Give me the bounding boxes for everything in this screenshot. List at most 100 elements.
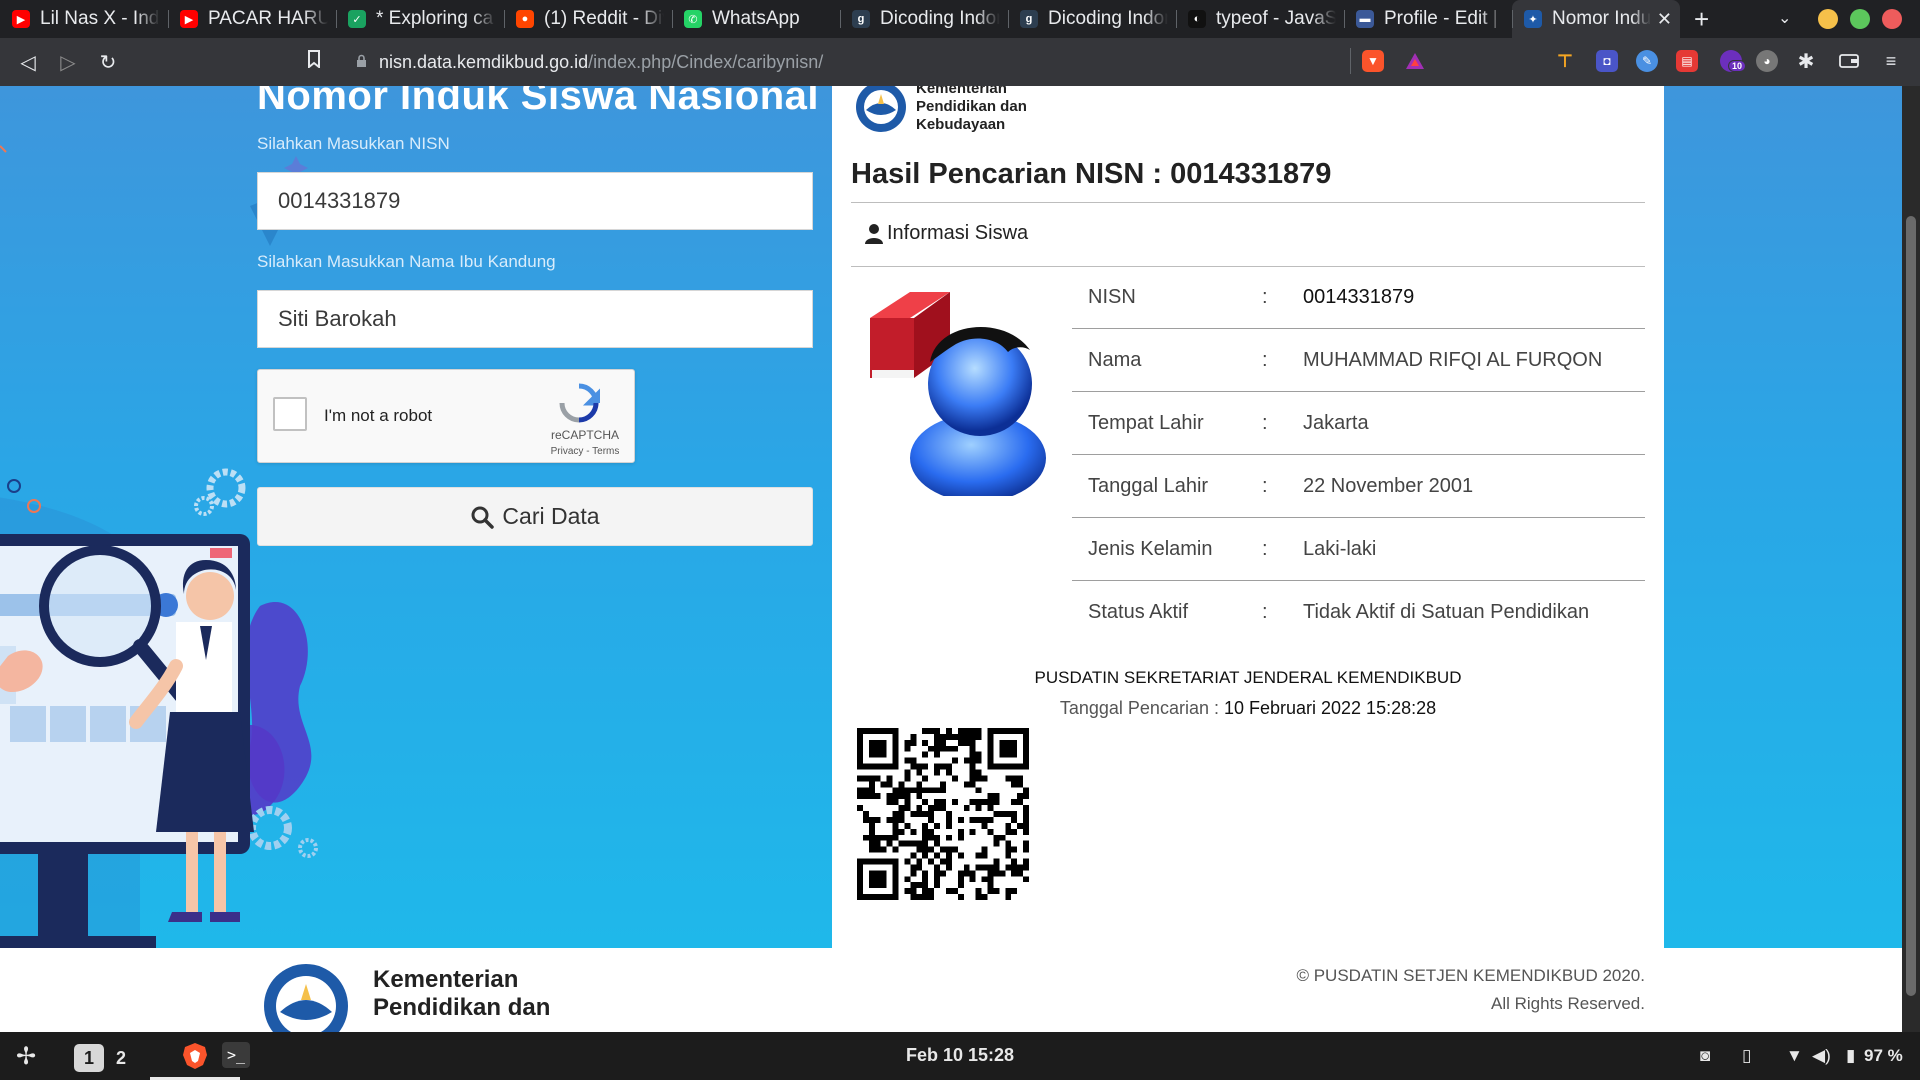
info-row-value: MUHAMMAD RIFQI AL FURQON: [1303, 349, 1603, 371]
close-window-button[interactable]: [1882, 9, 1902, 29]
info-row-value: 0014331879: [1303, 286, 1415, 308]
info-row-value: Jakarta: [1303, 412, 1369, 434]
copyright-line-2: All Rights Reserved.: [1490, 994, 1645, 1013]
browser-tab[interactable]: ● (1) Reddit - Div: [504, 0, 672, 38]
info-row-separator: :: [1262, 349, 1268, 371]
browser-tab[interactable]: ◐ typeof - JavaS: [1176, 0, 1344, 38]
url-host: nisn.data.kemdikbud.go.id: [379, 51, 589, 72]
hero-section: Nomor Induk Siswa Nasional Silahkan Masu…: [0, 86, 1902, 948]
taskbar-clock[interactable]: Feb 10 15:28: [0, 1045, 1920, 1066]
recaptcha-brand: reCAPTCHA: [550, 428, 619, 442]
logo-line-2: Pendidikan dan: [916, 98, 1027, 115]
result-card: Kementerian Pendidikan dan Kebudayaan Ha…: [832, 86, 1664, 948]
page-footer: Kementerian Pendidikan dan © PUSDATIN SE…: [0, 948, 1902, 1032]
extensions-icon[interactable]: ✱: [1795, 50, 1817, 73]
tab-search-icon[interactable]: ⌄: [1778, 8, 1791, 28]
page-scrollbar[interactable]: [1902, 86, 1920, 1032]
nisn-input[interactable]: 0014331879: [257, 172, 813, 230]
footer-copyright: © PUSDATIN SETJEN KEMENDIKBUD 2020. All …: [1296, 962, 1645, 1018]
ibu-input[interactable]: Siti Barokah: [257, 290, 813, 348]
info-row: Jenis Kelamin: Laki-laki: [1072, 518, 1645, 581]
info-row-key: Tempat Lahir: [1088, 412, 1204, 434]
reload-icon[interactable]: ↻: [96, 50, 120, 75]
new-tab-button[interactable]: +: [1694, 4, 1709, 35]
brave-shield-icon[interactable]: ▼: [1362, 50, 1384, 72]
tab-strip: ▶ Lil Nas X - Industry Baby ▶ PACAR HARUS ✓ *…: [0, 0, 1920, 38]
volume-icon[interactable]: ◀): [1812, 1046, 1831, 1066]
hammer-extension-icon[interactable]: ⊤: [1554, 50, 1576, 72]
tab-title: Profile - Edit | M: [1384, 8, 1504, 29]
address-bar[interactable]: nisn.data.kemdikbud.go.id/index.php/Cind…: [356, 44, 1426, 80]
info-row-separator: :: [1262, 538, 1268, 560]
browser-tab[interactable]: ▶ Lil Nas X - Industry Baby: [0, 0, 168, 38]
recaptcha-checkbox[interactable]: [273, 397, 307, 431]
recaptcha-label: I'm not a robot: [324, 406, 433, 425]
bookmark-icon[interactable]: [302, 50, 326, 74]
compass-extension-icon[interactable]: ✎: [1636, 50, 1658, 72]
battery-icon[interactable]: ▮: [1846, 1046, 1855, 1066]
tab-title: Lil Nas X - Industry Baby: [40, 8, 160, 29]
browser-tab[interactable]: ✦ Nomor Induk ✕: [1512, 0, 1680, 38]
extension-badge: 10: [1728, 60, 1747, 72]
scrollbar-thumb[interactable]: [1906, 216, 1916, 996]
ibu-label: Silahkan Masukkan Nama Ibu Kandung: [257, 252, 556, 271]
search-button-label: Cari Data: [502, 503, 600, 529]
toolbar-divider: [1350, 48, 1351, 74]
tab-favicon-icon: ▬: [1356, 10, 1374, 28]
tab-favicon-icon: g: [852, 10, 870, 28]
search-button[interactable]: Cari Data: [257, 487, 813, 546]
browser-tab[interactable]: ▬ Profile - Edit | M: [1344, 0, 1512, 38]
info-row-separator: :: [1262, 475, 1268, 497]
minimize-button[interactable]: [1818, 9, 1838, 29]
url-path: /index.php/Cindex/caribynisn/: [588, 51, 824, 72]
tut-wuri-handayani-icon: [856, 86, 906, 132]
tab-favicon-icon: ◐: [1188, 10, 1206, 28]
privacy-extension-icon[interactable]: ◘: [1596, 50, 1618, 72]
browser-tab[interactable]: g Dicoding Indon: [1008, 0, 1176, 38]
tab-title: PACAR HARUS: [208, 8, 328, 29]
menu-icon[interactable]: ≡: [1880, 50, 1902, 72]
info-row: Tanggal Lahir: 22 November 2001: [1072, 455, 1645, 518]
tab-favicon-icon: ▶: [180, 10, 198, 28]
search-date-value: 10 Februari 2022 15:28:28: [1223, 698, 1437, 718]
close-tab-icon[interactable]: ✕: [1657, 9, 1672, 30]
brave-rewards-icon[interactable]: [1404, 50, 1426, 72]
tab-list: ▶ Lil Nas X - Industry Baby ▶ PACAR HARUS ✓ *…: [0, 0, 1680, 38]
issuer-text: PUSDATIN SEKRETARIAT JENDERAL KEMENDIKBU…: [1034, 668, 1462, 687]
wallet-icon[interactable]: [1838, 50, 1860, 72]
tab-favicon-icon: ✆: [684, 10, 702, 28]
wifi-icon[interactable]: ▼: [1786, 1046, 1803, 1066]
back-icon[interactable]: ◁: [16, 50, 40, 75]
info-row-value: 22 November 2001: [1303, 475, 1474, 497]
footer-name-line-1: Kementerian: [373, 966, 519, 993]
recaptcha-widget: I'm not a robot reCAPTCHA Privacy - Term…: [257, 369, 635, 463]
result-title: Hasil Pencarian NISN : 0014331879: [851, 158, 1332, 190]
battery-percent: 97 %: [1864, 1046, 1903, 1065]
footer-logo-icon: [264, 964, 348, 1032]
pdf-extension-icon[interactable]: ▤: [1676, 50, 1698, 72]
tab-favicon-icon: ✦: [1524, 10, 1542, 28]
clipboard-icon[interactable]: ▯: [1742, 1046, 1751, 1066]
browser-tab[interactable]: g Dicoding Indon: [840, 0, 1008, 38]
maximize-button[interactable]: [1850, 9, 1870, 29]
kemdikbud-logo: Kementerian Pendidikan dan Kebudayaan: [854, 86, 1027, 134]
ghost-extension-icon[interactable]: ◕: [1756, 50, 1778, 72]
tab-title: typeof - JavaS: [1216, 8, 1336, 29]
info-row-separator: :: [1262, 601, 1268, 623]
browser-tab[interactable]: ✆ WhatsApp: [672, 0, 840, 38]
browser-tab[interactable]: ▶ PACAR HARUS: [168, 0, 336, 38]
page-title: Nomor Induk Siswa Nasional: [257, 86, 820, 118]
discord-icon[interactable]: ◙: [1700, 1046, 1710, 1066]
recaptcha-terms[interactable]: Privacy - Terms: [542, 446, 628, 457]
info-row-value: Laki-laki: [1303, 538, 1377, 560]
tab-title: * Exploring ca: [376, 8, 494, 29]
browser-tab[interactable]: ✓ * Exploring ca: [336, 0, 504, 38]
tab-title: Nomor Induk: [1552, 8, 1651, 29]
tab-favicon-icon: ▶: [12, 10, 30, 28]
badge-extension-icon[interactable]: 10: [1720, 50, 1747, 72]
tab-title: WhatsApp: [712, 8, 800, 29]
qr-code: [857, 728, 1029, 900]
info-row: Tempat Lahir: Jakarta: [1072, 392, 1645, 455]
lock-icon[interactable]: [356, 54, 367, 71]
forward-icon[interactable]: ▷: [56, 50, 80, 75]
